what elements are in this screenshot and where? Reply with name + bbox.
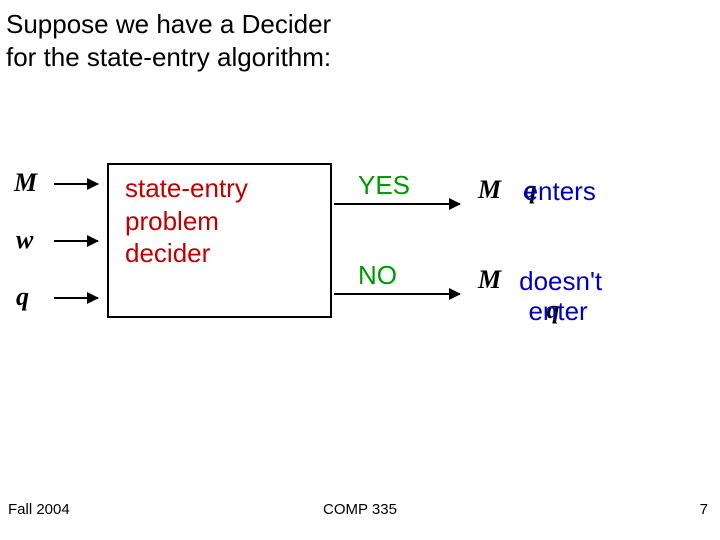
yes-M: M (478, 175, 501, 204)
no-result: M doesn't enter q (478, 265, 559, 325)
yes-result: M enters q (478, 175, 537, 205)
title-line1: Suppose we have a Decider (6, 9, 331, 39)
slide-title: Suppose we have a Decider for the state-… (6, 8, 331, 73)
arrow-input-q (54, 297, 98, 299)
arrow-output-no (334, 293, 460, 295)
arrow-input-M (54, 183, 98, 185)
decider-line3: decider (125, 238, 210, 268)
output-yes-label: YES (358, 170, 410, 201)
footer-right: 7 (700, 501, 708, 518)
arrow-output-yes (334, 203, 460, 205)
decider-label: state-entry problem decider (125, 172, 248, 270)
footer-center: COMP 335 (323, 501, 397, 518)
title-line2: for the state-entry algorithm: (6, 42, 331, 72)
footer-left: Fall 2004 (8, 501, 70, 518)
yes-text: enters (524, 175, 596, 208)
output-no-label: NO (358, 260, 397, 291)
no-text1: doesn't (519, 265, 602, 298)
no-M: M (478, 265, 501, 294)
input-w: w (16, 225, 33, 255)
arrow-input-w (54, 240, 98, 242)
input-q: q (16, 282, 29, 312)
no-text2: enter (528, 295, 587, 328)
decider-line1: state-entry (125, 173, 248, 203)
input-M: M (14, 168, 37, 198)
decider-line2: problem (125, 206, 219, 236)
